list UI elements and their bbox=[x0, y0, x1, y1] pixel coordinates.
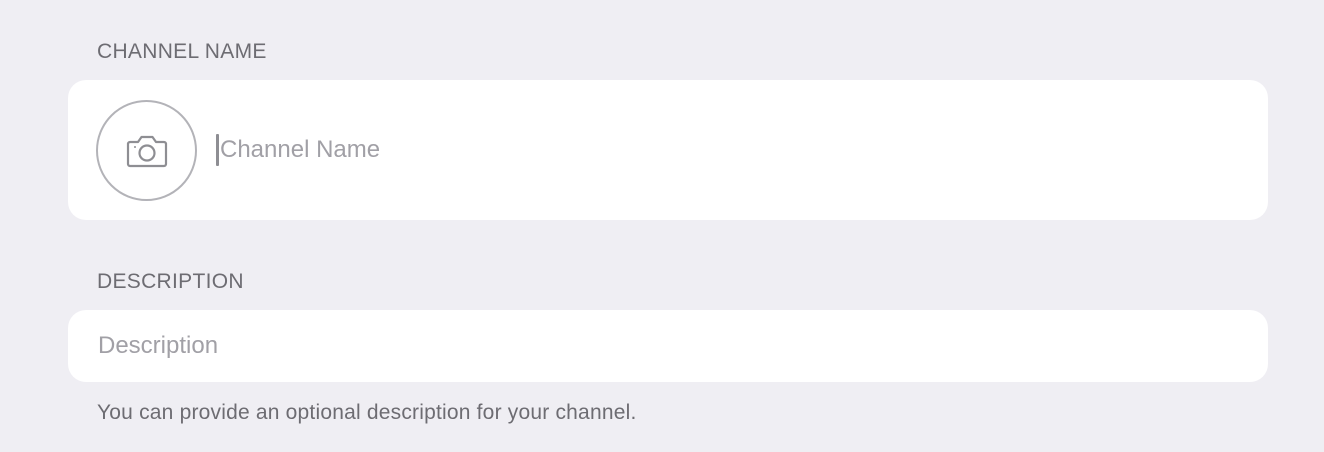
channel-name-card bbox=[68, 80, 1268, 220]
description-section-header: DESCRIPTION bbox=[97, 270, 244, 293]
camera-icon bbox=[126, 133, 168, 169]
description-footer-note: You can provide an optional description … bbox=[97, 401, 637, 424]
channel-name-field bbox=[216, 130, 1244, 170]
description-input[interactable] bbox=[98, 332, 1244, 360]
channel-photo-button[interactable] bbox=[96, 100, 197, 201]
channel-name-input[interactable] bbox=[220, 136, 1244, 164]
text-cursor bbox=[216, 134, 219, 166]
description-card bbox=[68, 310, 1268, 382]
description-field bbox=[98, 328, 1244, 364]
channel-name-section-header: CHANNEL NAME bbox=[97, 40, 267, 63]
